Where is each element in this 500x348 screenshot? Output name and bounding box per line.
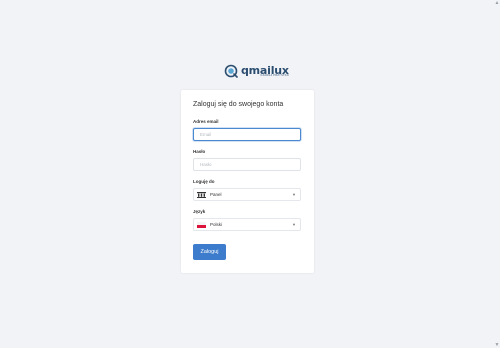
brand-tagline: CZARNA PRZYSTAŃ bbox=[260, 73, 289, 77]
panel-icon bbox=[197, 191, 206, 198]
chevron-down-icon: ▼ bbox=[292, 192, 296, 197]
language-select[interactable]: Polski ▼ bbox=[193, 218, 301, 231]
email-label: Adres email bbox=[193, 119, 219, 124]
login-to-label: Loguję do bbox=[193, 179, 215, 184]
login-to-value: Panel bbox=[210, 192, 222, 197]
password-label: Hasło bbox=[193, 149, 206, 154]
login-button[interactable]: Zaloguj bbox=[193, 244, 226, 260]
brand-logo: qmailux CZARNA PRZYSTAŃ bbox=[224, 63, 289, 79]
language-label: Język bbox=[193, 209, 206, 214]
login-card: Zaloguj się do swojego konta Adres email… bbox=[181, 90, 314, 273]
email-placeholder: Email bbox=[200, 132, 212, 137]
language-value: Polski bbox=[210, 222, 223, 227]
page-scrollbar[interactable]: ▲ ▼ bbox=[494, 0, 500, 348]
email-field[interactable]: Email bbox=[193, 128, 301, 141]
scroll-up-icon[interactable]: ▲ bbox=[494, 0, 500, 6]
page-title: Zaloguj się do swojego konta bbox=[193, 101, 284, 108]
poland-flag-icon bbox=[197, 221, 206, 228]
password-field[interactable]: Hasło bbox=[193, 158, 301, 171]
password-placeholder: Hasło bbox=[200, 162, 212, 167]
logo-mark-icon bbox=[224, 64, 238, 78]
login-to-select[interactable]: Panel ▼ bbox=[193, 188, 301, 201]
chevron-down-icon: ▼ bbox=[292, 222, 296, 227]
scroll-down-icon[interactable]: ▼ bbox=[494, 342, 500, 348]
